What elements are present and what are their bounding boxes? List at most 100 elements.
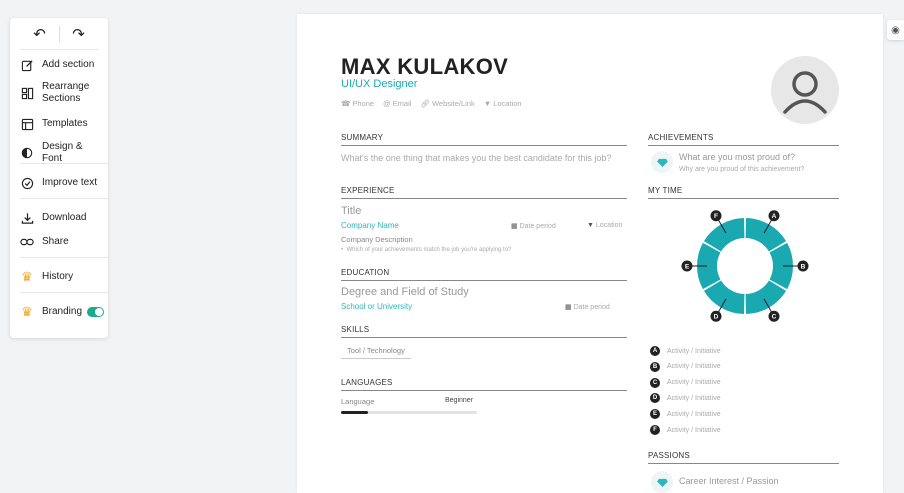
editor-sidebar: ↶ ↷ Add section Rearrange Sections Templ… — [10, 18, 108, 338]
add-section-button[interactable]: Add section — [20, 58, 104, 72]
achievements-heading[interactable]: ACHIEVEMENTS — [648, 133, 839, 146]
branding-label: Branding — [42, 306, 83, 317]
experience-date[interactable]: ▦ Date period — [511, 222, 556, 230]
rearrange-sections-button[interactable]: Rearrange Sections — [20, 81, 104, 105]
legend-item[interactable]: D Activity / Initiative — [650, 393, 721, 404]
legend-marker: C — [650, 377, 660, 388]
donut-label: D — [714, 314, 719, 321]
preview-eye-icon[interactable]: ◉ — [887, 20, 904, 40]
improve-text-label: Improve text — [42, 177, 98, 188]
language-level-fill — [341, 411, 369, 414]
download-label: Download — [42, 212, 87, 223]
legend-item[interactable]: C Activity / Initiative — [650, 377, 721, 388]
experience-description[interactable]: Company Description — [341, 235, 413, 244]
location-icon: ▼ — [587, 222, 594, 229]
contact-location[interactable]: ▼ Location — [484, 99, 522, 108]
redo-icon[interactable]: ↷ — [60, 25, 98, 43]
divider — [20, 198, 108, 199]
history-button[interactable]: ♛ History — [20, 270, 104, 284]
education-degree[interactable]: Degree and Field of Study — [341, 286, 469, 298]
share-button[interactable]: Share — [20, 235, 104, 249]
contact-row: ☎ Phone @ Email 🔗︎ Website/Link ▼ Location — [341, 99, 522, 108]
education-heading[interactable]: EDUCATION — [341, 268, 627, 281]
education-school[interactable]: School or University — [341, 302, 412, 311]
donut-segment[interactable] — [703, 280, 745, 314]
legend-item[interactable]: E Activity / Initiative — [650, 409, 721, 420]
donut-segment[interactable] — [745, 218, 787, 252]
contact-phone[interactable]: ☎ Phone — [341, 99, 374, 108]
improve-text-button[interactable]: Improve text — [20, 176, 104, 190]
diamond-icon — [656, 158, 668, 167]
skill-chip[interactable]: Tool / Technology — [341, 346, 411, 359]
at-icon: @ — [383, 99, 391, 108]
skills-heading[interactable]: SKILLS — [341, 325, 627, 338]
passions-heading[interactable]: PASSIONS — [648, 451, 839, 464]
donut-label: E — [685, 263, 690, 270]
check-circle-icon — [20, 176, 34, 190]
donut-segment[interactable] — [745, 280, 787, 314]
legend-marker: F — [650, 425, 660, 435]
location-icon: ▼ — [483, 99, 492, 108]
legend-label: Activity / Initiative — [667, 363, 721, 371]
legend-label: Activity / Initiative — [667, 379, 721, 387]
donut-label: A — [772, 213, 777, 220]
experience-company[interactable]: Company Name — [341, 221, 399, 230]
my-time-donut-chart[interactable]: A B C D E F — [681, 202, 809, 330]
design-font-button[interactable]: Design & Font — [20, 141, 104, 165]
language-level[interactable]: Beginner — [445, 397, 473, 404]
divider — [20, 257, 108, 258]
legend-label: Activity / Initiative — [667, 410, 721, 418]
summary-heading[interactable]: SUMMARY — [341, 133, 627, 146]
legend-marker: B — [650, 361, 660, 372]
legend-label: Activity / Initiative — [667, 426, 721, 434]
resume-role[interactable]: UI/UX Designer — [341, 78, 417, 90]
achievement-title[interactable]: What are you most proud of? — [679, 152, 795, 162]
language-level-bar — [341, 411, 477, 414]
divider — [20, 163, 108, 164]
templates-button[interactable]: Templates — [20, 117, 104, 131]
layout-icon — [20, 86, 34, 100]
contrast-icon — [20, 146, 34, 160]
design-font-label: Design & Font — [42, 141, 83, 164]
legend-item[interactable]: B Activity / Initiative — [650, 361, 721, 372]
experience-bullet[interactable]: • Which of your achievements match the j… — [341, 247, 511, 253]
legend-item[interactable]: F Activity / Initiative — [650, 425, 721, 435]
achievement-badge — [651, 151, 673, 173]
divider — [20, 292, 108, 293]
experience-heading[interactable]: EXPERIENCE — [341, 186, 627, 199]
passion-badge — [651, 471, 673, 493]
template-icon — [20, 117, 34, 131]
legend-marker: D — [650, 393, 660, 404]
crown-icon: ♛ — [21, 304, 33, 319]
languages-heading[interactable]: LANGUAGES — [341, 378, 627, 391]
legend-item[interactable]: A Activity / Initiative — [650, 346, 721, 356]
legend-marker: E — [650, 409, 660, 420]
achievement-subtitle[interactable]: Why are you proud of this achievement? — [679, 166, 804, 173]
resume-name[interactable]: MAX KULAKOV — [341, 54, 508, 80]
branding-toggle[interactable] — [87, 307, 104, 317]
experience-location[interactable]: ▼ Location — [587, 222, 622, 229]
summary-text[interactable]: What's the one thing that makes you the … — [341, 152, 627, 164]
link-icon — [20, 235, 34, 249]
my-time-heading[interactable]: MY TIME — [648, 186, 839, 199]
branding-row: ♛ Branding — [20, 305, 104, 319]
download-button[interactable]: Download — [20, 211, 104, 225]
download-icon — [20, 211, 34, 225]
templates-label: Templates — [42, 118, 88, 129]
crown-icon: ♛ — [21, 269, 33, 284]
education-date[interactable]: ▦ Date period — [565, 303, 610, 311]
edit-icon — [20, 58, 34, 72]
history-label: History — [42, 271, 74, 282]
language-name[interactable]: Language — [341, 397, 374, 406]
undo-icon[interactable]: ↶ — [21, 25, 59, 43]
undo-redo-row: ↶ ↷ — [20, 18, 98, 50]
rearrange-sections-label: Rearrange Sections — [42, 81, 90, 104]
donut-segment[interactable] — [703, 218, 745, 252]
avatar[interactable] — [771, 56, 839, 124]
resume-page: MAX KULAKOV UI/UX Designer ☎ Phone @ Email… — [297, 14, 883, 493]
contact-website[interactable]: 🔗︎ Website/Link — [420, 99, 474, 108]
experience-title[interactable]: Title — [341, 205, 361, 217]
donut-label: C — [772, 314, 777, 321]
contact-email[interactable]: @ Email — [383, 99, 411, 108]
passion-item[interactable]: Career Interest / Passion — [679, 476, 779, 486]
